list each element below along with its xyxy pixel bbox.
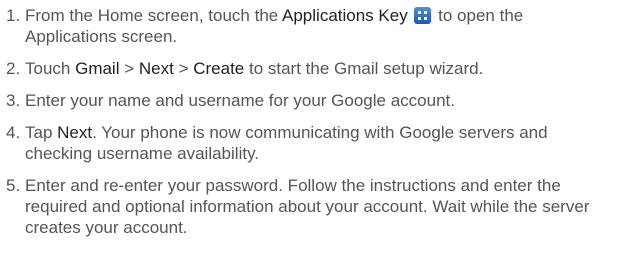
applications-key-icon (414, 7, 432, 24)
next-label: Next (138, 59, 174, 78)
step-2: 2. Touch Gmail > Next > Create to start … (6, 58, 624, 79)
step-text-part: Tap (25, 123, 58, 142)
next-label: Next (57, 123, 93, 142)
step-text: Touch Gmail > Next > Create to start the… (25, 58, 624, 79)
applications-key-label: Applications Key (282, 6, 408, 25)
separator: > (119, 59, 139, 78)
create-label: Create (193, 59, 245, 78)
step-text: Enter your name and username for your Go… (25, 91, 455, 110)
step-4: 4. Tap Next. Your phone is now communica… (6, 122, 624, 164)
step-text-part: . Your phone is now communicating with G… (25, 123, 548, 163)
instruction-list: 1. From the Home screen, touch the Appli… (0, 0, 624, 238)
separator: > (173, 59, 194, 78)
step-text-part: to start the Gmail setup wizard. (244, 59, 484, 78)
step-text: Enter and re-enter your password. Follow… (25, 176, 590, 237)
step-text-part: Touch (25, 59, 76, 78)
gmail-label: Gmail (75, 59, 120, 78)
step-text: From the Home screen, touch the Applicat… (25, 5, 624, 47)
step-number: 4. (6, 123, 21, 142)
step-number: 2. (6, 59, 21, 78)
step-number: 5. (6, 176, 21, 195)
step-text: Tap Next. Your phone is now communicatin… (25, 122, 624, 164)
step-number: 1. (6, 6, 21, 25)
step-3: 3. Enter your name and username for your… (6, 90, 624, 111)
step-number: 3. (6, 91, 21, 110)
step-text-part: From the Home screen, touch the (25, 6, 283, 25)
step-5: 5. Enter and re-enter your password. Fol… (6, 175, 624, 238)
step-1: 1. From the Home screen, touch the Appli… (6, 5, 624, 47)
